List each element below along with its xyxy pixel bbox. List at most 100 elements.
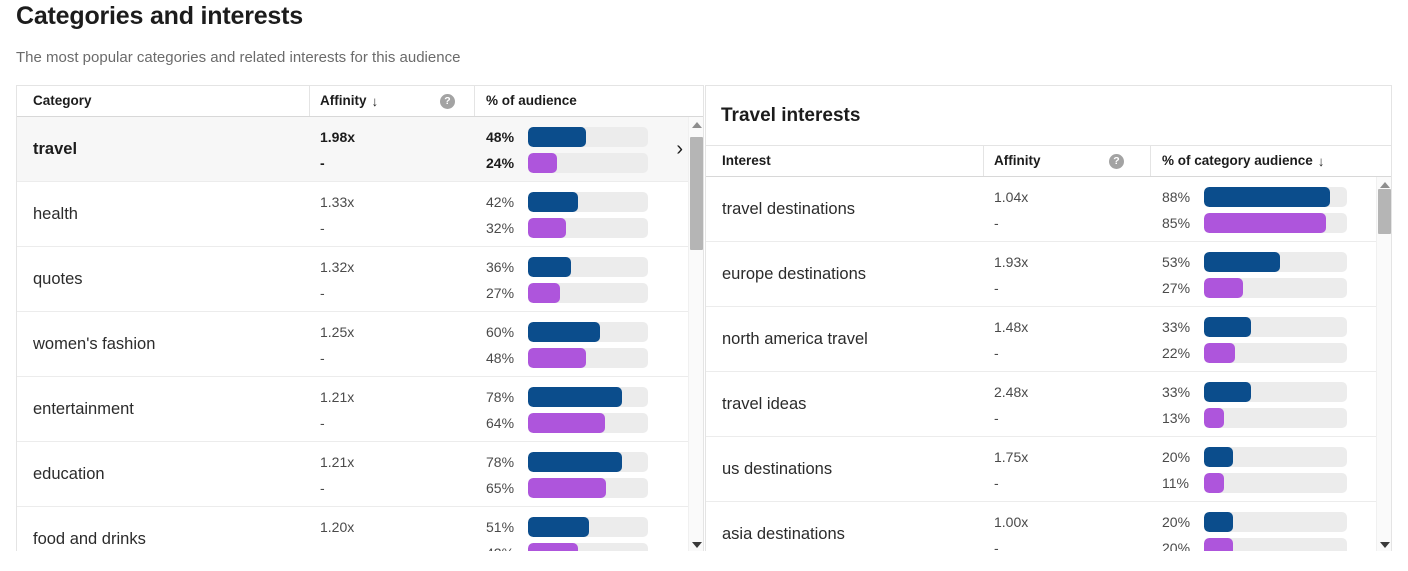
bar-row-primary: 33%: [1162, 379, 1347, 405]
percent-label-secondary: 85%: [1162, 214, 1191, 231]
bar-track-secondary: [1204, 212, 1347, 233]
affinity-secondary-value: -: [320, 349, 325, 366]
interest-label: europe destinations: [722, 265, 867, 283]
scrollbar-thumb[interactable]: [1378, 189, 1391, 234]
percent-label-primary: 20%: [1162, 513, 1191, 530]
interest-label: travel ideas: [722, 395, 807, 413]
percent-bars-cell: 36% 27%: [486, 247, 648, 312]
scroll-down-arrow-icon[interactable]: [689, 537, 703, 551]
table-row[interactable]: us destinations 1.75x - 20% 11%: [706, 437, 1391, 502]
bar-fill-secondary: [528, 152, 557, 173]
affinity-help-icon-wrap[interactable]: ?: [1109, 146, 1124, 176]
table-row[interactable]: health 1.33x - 42% 32%: [17, 182, 703, 247]
help-icon[interactable]: ?: [440, 94, 455, 109]
bar-fill-primary: [528, 321, 600, 342]
affinity-help-icon-wrap[interactable]: ?: [440, 86, 455, 116]
percent-bars-cell: 33% 13%: [1162, 372, 1347, 437]
table-row[interactable]: women's fashion 1.25x - 60% 48%: [17, 312, 703, 377]
percent-label-primary: 48%: [486, 128, 515, 145]
bar-row-primary: 51%: [486, 514, 648, 540]
affinity-value: 1.21x: [320, 453, 355, 470]
percent-label-secondary: 20%: [1162, 539, 1191, 552]
table-row[interactable]: travel 1.98x - 48% 24% ›: [17, 117, 703, 182]
percent-label-primary: 60%: [486, 323, 515, 340]
categories-scrollbar[interactable]: [688, 117, 703, 551]
scroll-down-arrow-icon[interactable]: [1377, 537, 1391, 551]
scrollbar-thumb[interactable]: [690, 137, 703, 250]
percent-label-primary: 51%: [486, 518, 515, 535]
column-header-affinity[interactable]: Affinity ↓: [320, 86, 378, 116]
affinity-secondary-value: -: [994, 474, 999, 491]
table-row[interactable]: food and drinks 1.20x - 51% 42%: [17, 507, 703, 551]
affinity-secondary-value: -: [320, 414, 325, 431]
bar-row-secondary: 20%: [1162, 535, 1347, 552]
bar-row-secondary: 85%: [1162, 210, 1347, 236]
percent-label-primary: 78%: [486, 453, 515, 470]
bar-fill-secondary: [1204, 277, 1243, 298]
percent-label-secondary: 11%: [1162, 474, 1189, 491]
affinity-cell: 1.21x -: [320, 442, 354, 507]
affinity-value: 1.48x: [994, 318, 1029, 335]
table-row[interactable]: quotes 1.32x - 36% 27%: [17, 247, 703, 312]
column-header-percent-of-audience[interactable]: % of audience: [486, 86, 577, 116]
category-label: health: [33, 205, 78, 223]
affinity-secondary-value: -: [994, 409, 999, 426]
percent-label-secondary: 42%: [486, 545, 528, 552]
bar-fill-secondary: [528, 217, 567, 238]
bar-row-secondary: 64%: [486, 410, 648, 436]
bar-track-secondary: [528, 542, 648, 551]
column-header-affinity[interactable]: Affinity: [994, 146, 1041, 176]
bar-track-secondary: [1204, 277, 1347, 298]
bar-track-secondary: [528, 152, 648, 173]
sort-descending-icon[interactable]: ↓: [1318, 147, 1325, 177]
table-row[interactable]: entertainment 1.21x - 78% 64%: [17, 377, 703, 442]
percent-bars-cell: 78% 65%: [486, 442, 648, 507]
affinity-value: 1.21x: [320, 388, 355, 405]
sort-descending-icon[interactable]: ↓: [372, 87, 379, 117]
percent-bars-cell: 48% 24%: [486, 117, 648, 182]
interests-scrollbar[interactable]: [1376, 177, 1391, 551]
table-row[interactable]: europe destinations 1.93x - 53% 27%: [706, 242, 1391, 307]
affinity-cell: 1.04x -: [994, 177, 1028, 242]
bar-fill-secondary: [1204, 472, 1224, 493]
bar-row-primary: 48%: [486, 124, 648, 150]
help-icon[interactable]: ?: [1109, 154, 1124, 169]
affinity-value: 2.48x: [994, 383, 1029, 400]
affinity-value: 1.00x: [994, 513, 1029, 530]
table-row[interactable]: education 1.21x - 78% 65%: [17, 442, 703, 507]
interests-table-body: travel destinations 1.04x - 88% 85% europe de…: [706, 177, 1391, 551]
column-divider: [983, 146, 984, 176]
column-header-category[interactable]: Category: [33, 86, 92, 116]
bar-row-secondary: 65%: [486, 475, 648, 501]
percent-label-secondary: 64%: [486, 414, 515, 431]
bar-fill-primary: [1204, 511, 1233, 532]
table-row[interactable]: asia destinations 1.00x - 20% 20%: [706, 502, 1391, 551]
bar-fill-secondary: [1204, 212, 1326, 233]
chevron-right-icon[interactable]: ›: [676, 117, 683, 182]
bar-row-secondary: 11%: [1162, 470, 1347, 496]
affinity-value: 1.33x: [320, 193, 355, 210]
bar-row-secondary: 22%: [1162, 340, 1347, 366]
column-header-percent-of-category-audience[interactable]: % of category audience ↓: [1162, 146, 1325, 176]
table-row[interactable]: travel destinations 1.04x - 88% 85%: [706, 177, 1391, 242]
bar-fill-primary: [1204, 446, 1233, 467]
table-row[interactable]: north america travel 1.48x - 33% 22%: [706, 307, 1391, 372]
page-subtitle: The most popular categories and related …: [16, 49, 461, 66]
bar-fill-primary: [1204, 381, 1252, 402]
percent-bars-cell: 53% 27%: [1162, 242, 1347, 307]
bar-row-primary: 53%: [1162, 249, 1347, 275]
column-header-interest[interactable]: Interest: [722, 146, 771, 176]
bar-fill-secondary: [528, 412, 605, 433]
affinity-secondary-value: -: [994, 539, 999, 552]
percent-label-primary: 33%: [1162, 318, 1191, 335]
scroll-up-arrow-icon[interactable]: [689, 117, 703, 132]
category-label: quotes: [33, 270, 83, 288]
percent-bars-cell: 42% 32%: [486, 182, 648, 247]
bar-track-secondary: [528, 282, 648, 303]
table-row[interactable]: travel ideas 2.48x - 33% 13%: [706, 372, 1391, 437]
percent-label-secondary: 24%: [486, 154, 515, 171]
interest-label: north america travel: [722, 330, 868, 348]
bar-row-primary: 60%: [486, 319, 648, 345]
bar-row-primary: 20%: [1162, 444, 1347, 470]
bar-fill-primary: [528, 386, 622, 407]
